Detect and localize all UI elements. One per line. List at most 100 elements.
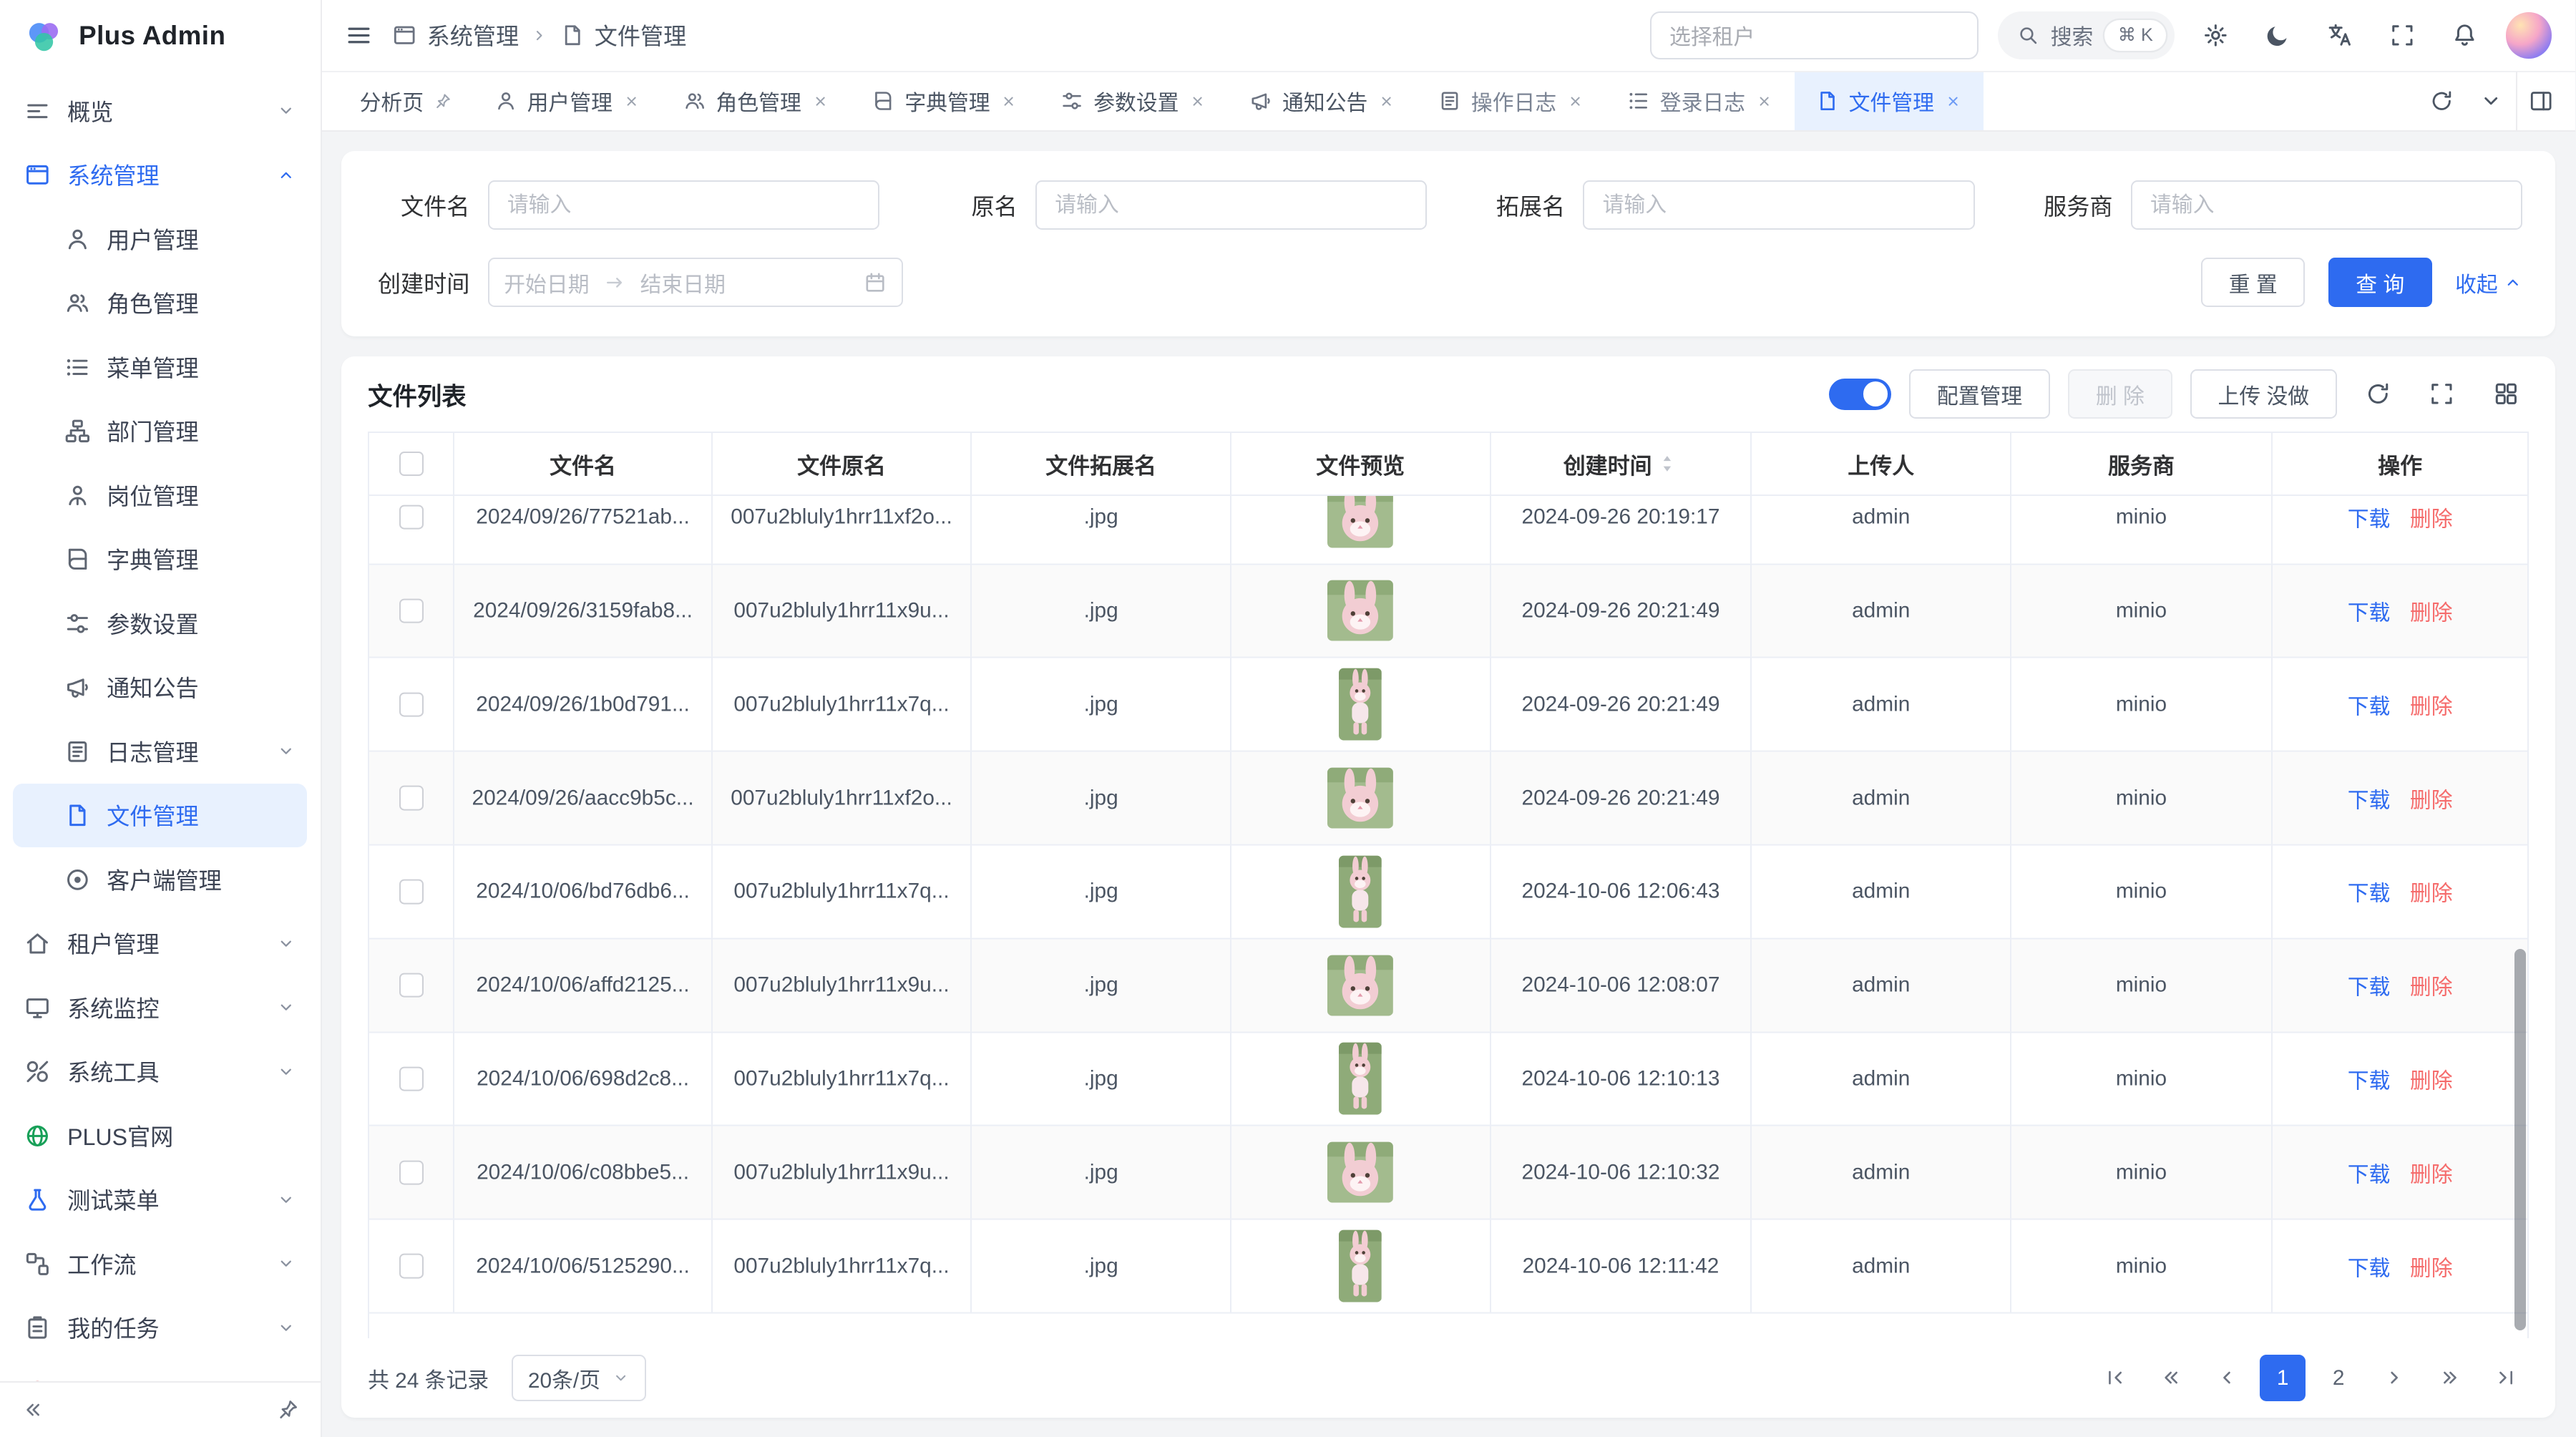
preview-image[interactable] <box>1327 768 1393 829</box>
sidebar-pin-button[interactable] <box>276 1398 299 1421</box>
tab-param[interactable]: 参数设置 <box>1039 72 1228 130</box>
select-all-checkbox[interactable] <box>399 452 424 476</box>
delete-link[interactable]: 删除 <box>2410 688 2453 720</box>
preview-image[interactable] <box>1339 855 1382 927</box>
row-checkbox[interactable] <box>399 1160 424 1184</box>
collapse-filters-link[interactable]: 收起 <box>2455 267 2522 298</box>
download-link[interactable]: 下载 <box>2348 595 2391 626</box>
close-icon[interactable] <box>1189 92 1206 110</box>
delete-link[interactable]: 删除 <box>2410 502 2453 533</box>
download-link[interactable]: 下载 <box>2348 1063 2391 1095</box>
reset-button[interactable]: 重 置 <box>2201 258 2305 307</box>
tab-file[interactable]: 文件管理 <box>1795 72 1984 130</box>
download-link[interactable]: 下载 <box>2348 1250 2391 1282</box>
collapse-sidebar-button[interactable] <box>21 1398 44 1421</box>
query-button[interactable]: 查 询 <box>2328 258 2432 307</box>
sidebar-item-file[interactable]: 文件管理 <box>13 784 307 848</box>
sidebar-item-dict[interactable]: 字典管理 <box>0 527 321 592</box>
sidebar-item-log[interactable]: 日志管理 <box>0 719 321 784</box>
tab-role[interactable]: 角色管理 <box>662 72 851 130</box>
close-icon[interactable] <box>1566 92 1584 110</box>
tab-menu-dropdown-button[interactable] <box>2467 72 2516 131</box>
fullscreen-button[interactable] <box>2381 14 2424 57</box>
tenant-select[interactable]: 选择租户 <box>1650 11 1979 59</box>
provider-input[interactable] <box>2131 180 2522 230</box>
close-icon[interactable] <box>1377 92 1395 110</box>
sidebar-item-monitor[interactable]: 系统监控 <box>0 975 321 1040</box>
sidebar-item-post[interactable]: 岗位管理 <box>0 463 321 527</box>
sidebar-item-role[interactable]: 角色管理 <box>0 271 321 336</box>
close-icon[interactable] <box>811 92 829 110</box>
sidebar-item-workflow[interactable]: 工作流 <box>0 1232 321 1296</box>
download-link[interactable]: 下载 <box>2348 1156 2391 1188</box>
download-link[interactable]: 下载 <box>2348 688 2391 720</box>
delete-link[interactable]: 删除 <box>2410 1156 2453 1188</box>
language-translate-button[interactable] <box>2319 14 2362 57</box>
app-logo[interactable]: Plus Admin <box>0 0 321 72</box>
hamburger-menu-button[interactable] <box>345 21 373 49</box>
extension-input[interactable] <box>1583 180 1974 230</box>
notifications-bell-button[interactable] <box>2444 14 2487 57</box>
delete-link[interactable]: 删除 <box>2410 782 2453 814</box>
user-avatar[interactable] <box>2506 12 2552 58</box>
delete-link[interactable]: 删除 <box>2410 970 2453 1001</box>
row-checkbox[interactable] <box>399 598 424 623</box>
dark-mode-toggle[interactable] <box>2256 14 2299 57</box>
breadcrumb-item-file[interactable]: 文件管理 <box>560 19 687 52</box>
sidebar-item-menu[interactable]: 菜单管理 <box>0 335 321 399</box>
preview-image[interactable] <box>1327 496 1393 547</box>
page-2-button[interactable]: 2 <box>2316 1355 2361 1401</box>
row-checkbox[interactable] <box>399 505 424 529</box>
sidebar-item-client[interactable]: 客户端管理 <box>0 847 321 912</box>
close-icon[interactable] <box>1000 92 1018 110</box>
jump-forward-button[interactable] <box>2427 1355 2473 1401</box>
first-page-button[interactable] <box>2092 1355 2138 1401</box>
file-name-input[interactable] <box>488 180 879 230</box>
pin-icon[interactable] <box>434 92 452 110</box>
delete-link[interactable]: 删除 <box>2410 876 2453 907</box>
config-manage-button[interactable]: 配置管理 <box>1909 369 2050 419</box>
sidebar-item-dept[interactable]: 部门管理 <box>0 399 321 464</box>
page-1-button[interactable]: 1 <box>2260 1355 2306 1401</box>
preview-image[interactable] <box>1327 1142 1393 1203</box>
preview-image[interactable] <box>1339 1043 1382 1115</box>
delete-link[interactable]: 删除 <box>2410 1250 2453 1282</box>
sidebar-item-user[interactable]: 用户管理 <box>0 207 321 271</box>
jump-back-button[interactable] <box>2148 1355 2194 1401</box>
tab-user[interactable]: 用户管理 <box>473 72 662 130</box>
upload-button[interactable]: 上传 没做 <box>2190 369 2337 419</box>
sidebar-item-tasks[interactable]: 我的任务 <box>0 1296 321 1360</box>
settings-gear-button[interactable] <box>2194 14 2237 57</box>
close-icon[interactable] <box>623 92 640 110</box>
download-link[interactable]: 下载 <box>2348 970 2391 1001</box>
preview-image[interactable] <box>1327 955 1393 1015</box>
sidebar-item-plus-site[interactable]: PLUS官网 <box>0 1104 321 1168</box>
preview-image[interactable] <box>1339 1230 1382 1302</box>
row-checkbox[interactable] <box>399 786 424 810</box>
original-name-input[interactable] <box>1035 180 1427 230</box>
prev-page-button[interactable] <box>2204 1355 2250 1401</box>
table-scrollbar-thumb[interactable] <box>2514 949 2526 1330</box>
sidebar-item-notice[interactable]: 通知公告 <box>0 656 321 720</box>
row-checkbox[interactable] <box>399 880 424 904</box>
last-page-button[interactable] <box>2483 1355 2529 1401</box>
tab-dict[interactable]: 字典管理 <box>851 72 1040 130</box>
sidebar-item-system[interactable]: 系统管理 <box>0 143 321 208</box>
page-size-select[interactable]: 20条/页 <box>512 1355 646 1401</box>
column-settings-button[interactable] <box>2483 371 2529 417</box>
row-checkbox[interactable] <box>399 973 424 998</box>
toggle-panel-button[interactable] <box>2516 72 2565 131</box>
tab-operlog[interactable]: 操作日志 <box>1417 72 1606 130</box>
next-page-button[interactable] <box>2371 1355 2417 1401</box>
close-icon[interactable] <box>1944 92 1962 110</box>
close-icon[interactable] <box>1755 92 1773 110</box>
delete-link[interactable]: 删除 <box>2410 1063 2453 1095</box>
delete-link[interactable]: 删除 <box>2410 595 2453 626</box>
search-toggle-switch[interactable] <box>1829 379 1891 410</box>
sidebar-item-tools[interactable]: 系统工具 <box>0 1040 321 1104</box>
row-checkbox[interactable] <box>399 692 424 716</box>
sidebar-item-test[interactable]: 测试菜单 <box>0 1168 321 1232</box>
row-checkbox[interactable] <box>399 1254 424 1278</box>
sort-icon[interactable] <box>1657 453 1678 474</box>
preview-image[interactable] <box>1339 668 1382 741</box>
